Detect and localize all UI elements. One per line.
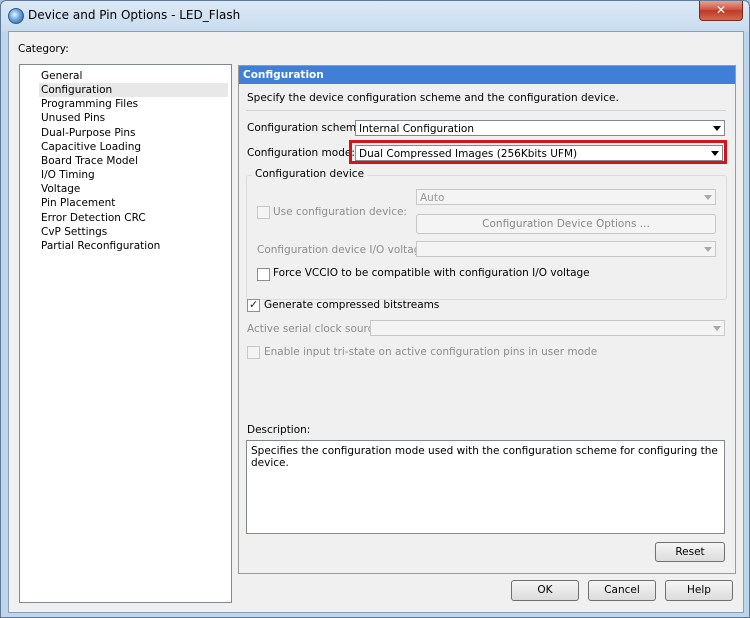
panel-header-title: Configuration [243, 69, 324, 81]
chevron-down-icon [704, 195, 712, 200]
config-device-value: Auto [420, 192, 445, 204]
category-item-general[interactable]: General [41, 69, 82, 83]
window-title: Device and Pin Options - LED_Flash [28, 8, 241, 22]
title-bar[interactable]: Device and Pin Options - LED_Flash ✕ [1, 1, 749, 31]
config-scheme-label: Configuration scheme: [247, 122, 367, 134]
app-icon [8, 8, 24, 24]
category-item-programming-files[interactable]: Programming Files [41, 97, 138, 111]
panel-intro-text: Specify the device configuration scheme … [247, 92, 619, 104]
force-vccio-checkbox[interactable] [257, 268, 270, 281]
force-vccio-label: Force VCCIO to be compatible with config… [273, 267, 590, 279]
use-config-device-checkbox[interactable] [257, 206, 270, 219]
close-button[interactable]: ✕ [699, 1, 743, 21]
config-device-io-voltage-label: Configuration device I/O voltage: [257, 244, 431, 256]
panel-divider [246, 110, 726, 111]
cancel-button[interactable]: Cancel [588, 580, 656, 601]
category-item-pin-placement[interactable]: Pin Placement [41, 196, 115, 210]
use-config-device-label: Use configuration device: [273, 206, 407, 218]
config-device-options-button[interactable]: Configuration Device Options ... [416, 214, 716, 234]
config-device-dropdown[interactable]: Auto [416, 189, 716, 205]
category-item-cvp-settings[interactable]: CvP Settings [41, 225, 107, 239]
generate-compressed-checkbox[interactable]: ✓ [247, 298, 260, 312]
config-scheme-value: Internal Configuration [359, 123, 475, 135]
category-item-configuration[interactable]: Configuration [39, 83, 228, 97]
reset-button[interactable]: Reset [655, 542, 725, 562]
generate-compressed-label: Generate compressed bitstreams [264, 299, 440, 311]
chevron-down-icon [713, 126, 721, 131]
category-item-partial-reconfiguration[interactable]: Partial Reconfiguration [41, 239, 160, 253]
description-text: Specifies the configuration mode used wi… [251, 445, 718, 469]
configuration-panel: Configuration Specify the device configu… [238, 65, 736, 574]
chevron-down-icon [704, 247, 712, 252]
clock-source-dropdown[interactable] [370, 320, 725, 336]
ok-button[interactable]: OK [511, 580, 579, 601]
config-mode-value: Dual Compressed Images (256Kbits UFM) [359, 148, 578, 160]
checkmark-icon: ✓ [249, 298, 259, 311]
config-mode-label: Configuration mode: [247, 147, 355, 159]
category-label: Category: [18, 43, 69, 55]
description-label: Description: [247, 424, 311, 436]
clock-source-label: Active serial clock source: [247, 323, 384, 335]
config-mode-dropdown[interactable]: Dual Compressed Images (256Kbits UFM) [355, 145, 723, 161]
config-scheme-dropdown[interactable]: Internal Configuration [355, 120, 725, 136]
chevron-down-icon [711, 151, 719, 156]
dialog-client: Category: General Configuration Programm… [8, 31, 744, 613]
description-box: Specifies the configuration mode used wi… [246, 440, 725, 534]
category-item-error-detection-crc[interactable]: Error Detection CRC [41, 211, 146, 225]
tristate-checkbox[interactable] [247, 346, 260, 359]
category-item-unused-pins[interactable]: Unused Pins [41, 111, 105, 125]
chevron-down-icon [713, 326, 721, 331]
category-item-dual-purpose-pins[interactable]: Dual-Purpose Pins [41, 126, 136, 140]
category-item-io-timing[interactable]: I/O Timing [41, 168, 95, 182]
category-item-board-trace-model[interactable]: Board Trace Model [41, 154, 138, 168]
category-item-capacitive-loading[interactable]: Capacitive Loading [41, 140, 141, 154]
category-item-voltage[interactable]: Voltage [41, 182, 80, 196]
config-device-io-voltage-dropdown[interactable] [416, 241, 716, 257]
panel-header: Configuration [239, 66, 735, 84]
configuration-device-group-title: Configuration device [252, 168, 368, 180]
dialog-window: Device and Pin Options - LED_Flash ✕ Cat… [0, 0, 750, 618]
tristate-label: Enable input tri-state on active configu… [264, 346, 598, 358]
help-button[interactable]: Help [665, 580, 733, 601]
category-list[interactable]: General Configuration Programming Files … [19, 64, 232, 603]
